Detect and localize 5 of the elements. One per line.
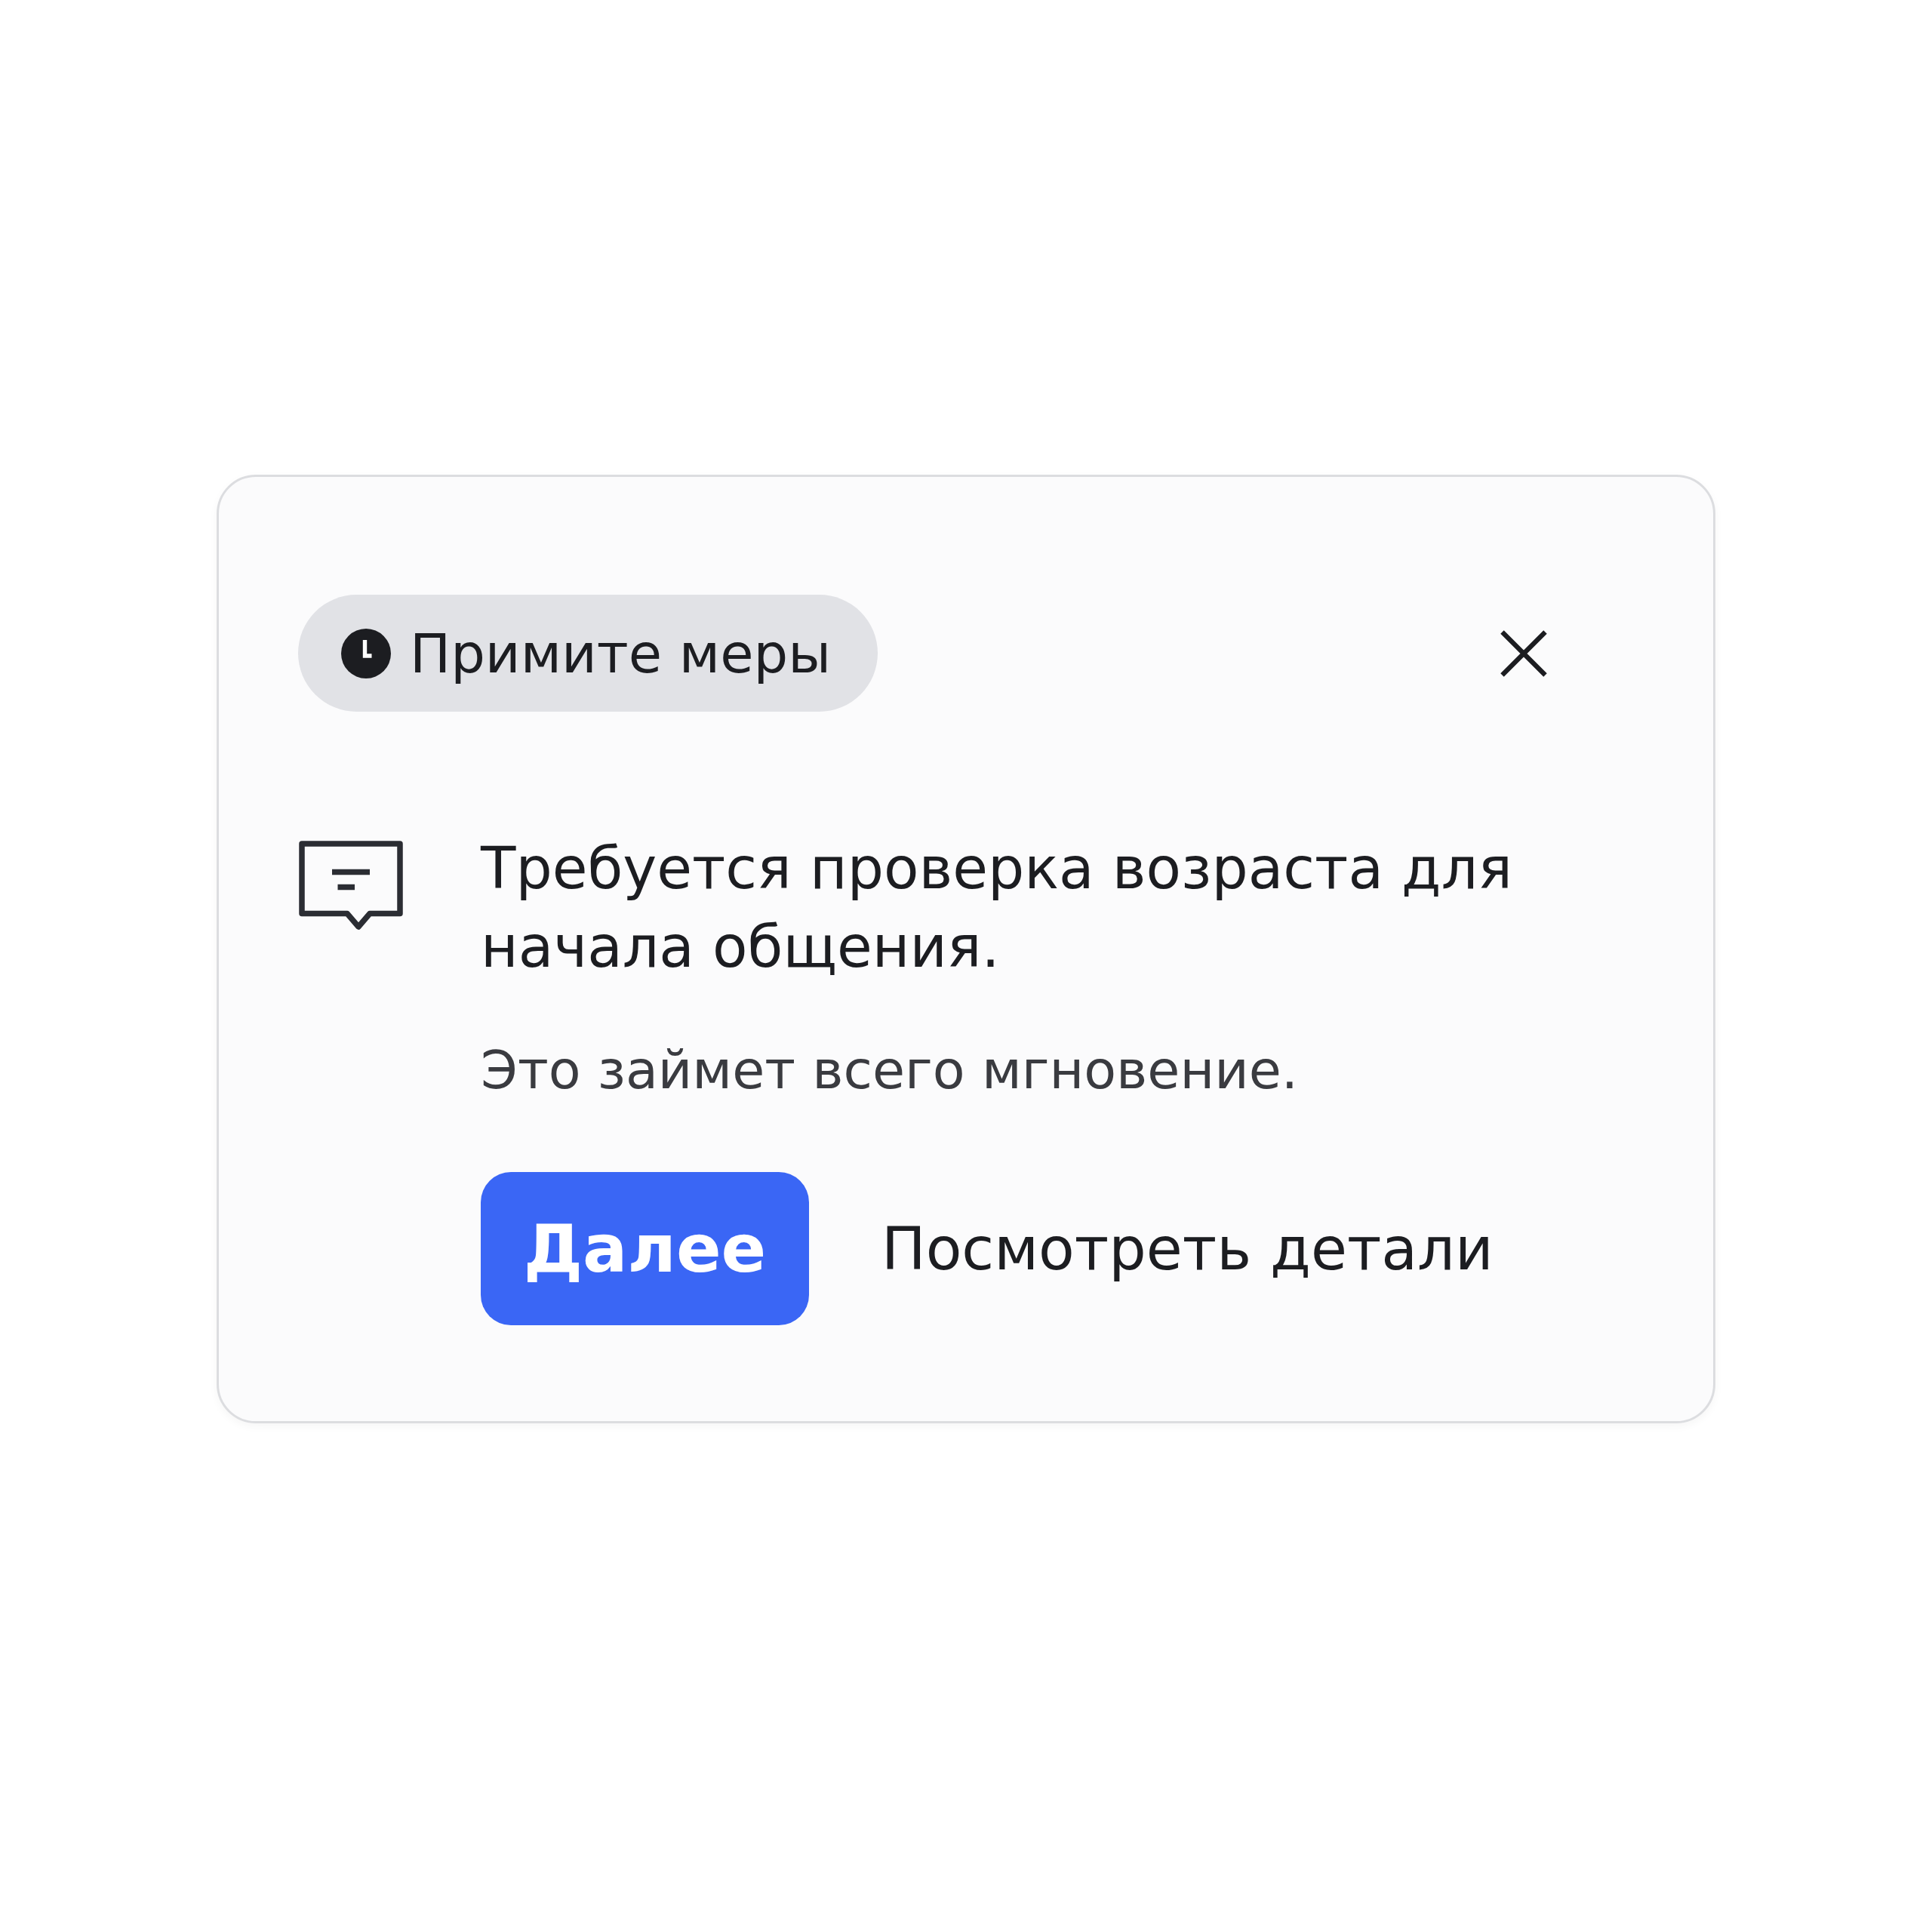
details-link[interactable]: Посмотреть детали	[881, 1214, 1494, 1283]
next-button[interactable]: Далее	[481, 1172, 809, 1325]
badge-label: Примите меры	[410, 621, 832, 685]
message-subtitle: Это займет всего мгновение.	[481, 1039, 1299, 1101]
message-title: Требуется проверка возраста для начала общения.	[481, 834, 1513, 982]
